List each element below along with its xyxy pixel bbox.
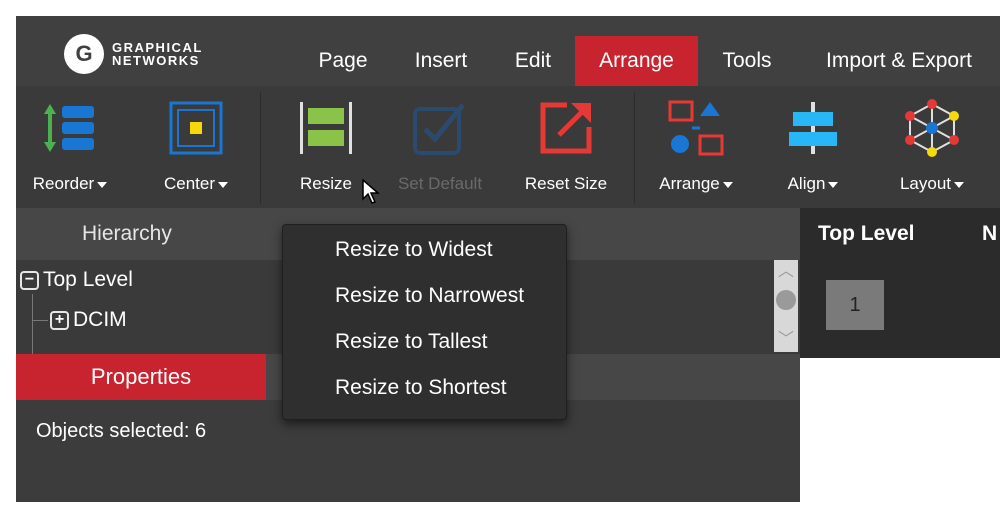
- tree-connector: [32, 320, 48, 321]
- scroll-down-icon[interactable]: ﹀: [774, 330, 798, 350]
- reorder-icon: [40, 96, 100, 160]
- menu-tools[interactable]: Tools: [706, 36, 788, 86]
- app-window: G GRAPHICAL NETWORKS Page Insert Edit Ar…: [16, 16, 1000, 502]
- chevron-down-icon: [722, 181, 733, 188]
- scroll-up-icon[interactable]: ︿: [774, 262, 798, 282]
- align-label: Align: [787, 174, 826, 193]
- center-label: Center: [163, 174, 216, 193]
- chevron-down-icon: [218, 181, 229, 188]
- reorder-label: Reorder: [32, 174, 95, 193]
- tab-properties[interactable]: Properties: [16, 354, 266, 400]
- layout-button[interactable]: Layout: [882, 86, 982, 208]
- grid-panel: Top Level N 1: [800, 208, 1000, 502]
- menu-item-resize-to-tallest[interactable]: Resize to Tallest: [335, 327, 488, 357]
- toolbar-separator: [260, 92, 261, 204]
- set-default-icon: [411, 96, 469, 160]
- layout-label: Layout: [899, 174, 952, 193]
- chevron-down-icon: [954, 181, 965, 188]
- chevron-down-icon: [828, 181, 839, 188]
- tree-connector: [32, 294, 33, 354]
- resize-dropdown-menu: Resize to Widest Resize to Narrowest Res…: [282, 224, 567, 420]
- menu-bar: G GRAPHICAL NETWORKS Page Insert Edit Ar…: [16, 16, 1000, 86]
- mouse-pointer-icon: [362, 178, 381, 210]
- tree-item-label: Top Level: [43, 268, 133, 291]
- tree-item-label: DCIM: [73, 308, 127, 331]
- align-icon: [785, 96, 841, 160]
- toolbar-separator: [634, 92, 635, 204]
- resize-icon: [296, 96, 356, 160]
- arrange-label: Arrange: [659, 174, 720, 193]
- center-button[interactable]: Center: [148, 86, 244, 208]
- resize-button[interactable]: Resize: [278, 86, 374, 208]
- resize-label: Resize: [300, 174, 352, 193]
- menu-item-resize-to-shortest[interactable]: Resize to Shortest: [335, 373, 507, 403]
- menu-item-resize-to-widest[interactable]: Resize to Widest: [335, 235, 493, 265]
- menu-insert[interactable]: Insert: [396, 36, 486, 86]
- reset-size-icon: [537, 96, 595, 160]
- tree-scrollbar[interactable]: ︿ ﹀: [774, 260, 798, 352]
- set-default-label: Set Default: [397, 174, 483, 193]
- menu-arrange[interactable]: Arrange: [575, 36, 698, 86]
- collapse-icon[interactable]: −: [20, 270, 39, 290]
- menu-import-export[interactable]: Import & Export: [804, 36, 994, 86]
- column-header-partial[interactable]: N: [982, 222, 997, 246]
- objects-selected-text: Objects selected: 6: [36, 420, 207, 442]
- grid-canvas: [800, 358, 1000, 502]
- toolbar: Reorder Center Resize Set Default Reset …: [16, 86, 1000, 208]
- arrange-button[interactable]: Arrange: [642, 86, 750, 208]
- set-default-button: Set Default: [390, 86, 490, 208]
- hierarchy-title: Hierarchy: [82, 222, 172, 245]
- menu-page[interactable]: Page: [301, 36, 385, 86]
- center-icon: [168, 96, 224, 160]
- grid-cell[interactable]: 1: [826, 280, 884, 330]
- tree-item-dcim[interactable]: + DCIM: [50, 304, 127, 336]
- logo-text: GRAPHICAL NETWORKS: [112, 41, 203, 67]
- reset-size-button[interactable]: Reset Size: [512, 86, 620, 208]
- tree-item-top-level[interactable]: − Top Level: [20, 264, 133, 296]
- layout-icon: [902, 96, 962, 160]
- menu-edit[interactable]: Edit: [498, 36, 568, 86]
- arrange-icon: [666, 96, 726, 160]
- expand-icon[interactable]: +: [50, 310, 69, 330]
- logo-mark: G: [64, 34, 104, 74]
- align-button[interactable]: Align: [768, 86, 858, 208]
- reorder-button[interactable]: Reorder: [22, 86, 118, 208]
- reset-size-label: Reset Size: [524, 174, 608, 193]
- chevron-down-icon: [97, 181, 108, 188]
- logo-line-2: NETWORKS: [112, 53, 200, 68]
- column-header-top-level[interactable]: Top Level: [818, 222, 914, 246]
- menu-item-resize-to-narrowest[interactable]: Resize to Narrowest: [335, 281, 524, 311]
- logo: G GRAPHICAL NETWORKS: [64, 32, 203, 76]
- scroll-thumb[interactable]: [776, 290, 796, 310]
- grid-header: Top Level N: [800, 208, 1000, 260]
